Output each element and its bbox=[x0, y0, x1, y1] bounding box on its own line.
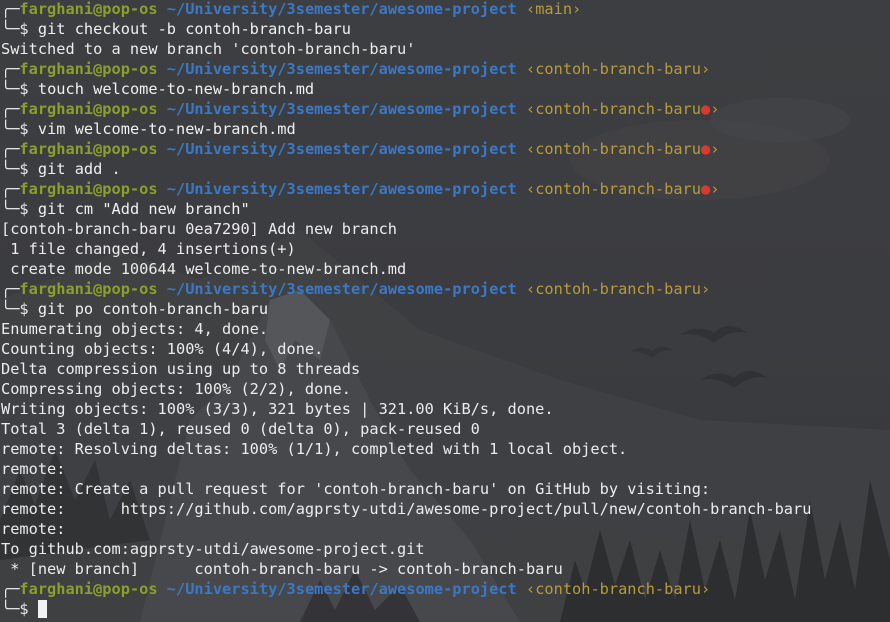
prompt-corner-top: ╭─ bbox=[1, 180, 20, 198]
output-text: 1 file changed, 4 insertions(+) bbox=[1, 240, 296, 258]
prompt-line: ╭─farghani@pop-os ~/University/3semester… bbox=[1, 279, 890, 299]
prompt-corner-bottom: ╰─$ bbox=[1, 600, 29, 618]
prompt-corner-bottom: ╰─$ bbox=[1, 300, 29, 318]
output-text: remote: bbox=[1, 460, 66, 478]
output-line: remote: bbox=[1, 459, 890, 479]
prompt-cwd: ~/University/3semester/awesome-project bbox=[166, 140, 517, 158]
output-line: remote: https://github.com/agprsty-utdi/… bbox=[1, 499, 890, 519]
prompt-cwd: ~/University/3semester/awesome-project bbox=[166, 280, 517, 298]
output-line: remote: Resolving deltas: 100% (1/1), co… bbox=[1, 439, 890, 459]
output-line: remote: Create a pull request for 'conto… bbox=[1, 479, 890, 499]
output-line: Enumerating objects: 4, done. bbox=[1, 319, 890, 339]
output-text: remote: Create a pull request for 'conto… bbox=[1, 480, 711, 498]
text-cursor[interactable] bbox=[37, 600, 47, 618]
prompt-corner-top: ╭─ bbox=[1, 100, 20, 118]
prompt-branch-close: › bbox=[710, 100, 720, 118]
prompt-corner-top: ╭─ bbox=[1, 60, 20, 78]
output-line: * [new branch] contoh-branch-baru -> con… bbox=[1, 559, 890, 579]
command-text: git add . bbox=[37, 160, 121, 178]
output-text: [contoh-branch-baru 0ea7290] Add new bra… bbox=[1, 220, 398, 238]
output-line: To github.com:agprsty-utdi/awesome-proje… bbox=[1, 539, 890, 559]
prompt-cwd: ~/University/3semester/awesome-project bbox=[166, 580, 517, 598]
prompt-branch-close: › bbox=[710, 180, 720, 198]
prompt-line: ╭─farghani@pop-os ~/University/3semester… bbox=[1, 179, 890, 199]
prompt-corner-top: ╭─ bbox=[1, 580, 20, 598]
output-text: Total 3 (delta 1), reused 0 (delta 0), p… bbox=[1, 420, 480, 438]
command-line: ╰─$ vim welcome-to-new-branch.md bbox=[1, 119, 890, 139]
prompt-corner-bottom: ╰─$ bbox=[1, 200, 29, 218]
command-text: git po contoh-branch-baru bbox=[37, 300, 269, 318]
prompt-git-branch: ‹contoh-branch-baru› bbox=[525, 580, 711, 598]
output-line: create mode 100644 welcome-to-new-branch… bbox=[1, 259, 890, 279]
output-line: 1 file changed, 4 insertions(+) bbox=[1, 239, 890, 259]
prompt-corner-top: ╭─ bbox=[1, 140, 20, 158]
output-text: Writing objects: 100% (3/3), 321 bytes |… bbox=[1, 400, 554, 418]
prompt-user-host: farghani@pop-os bbox=[19, 140, 158, 158]
prompt-corner-bottom: ╰─$ bbox=[1, 120, 29, 138]
output-line: Compressing objects: 100% (2/2), done. bbox=[1, 379, 890, 399]
prompt-user-host: farghani@pop-os bbox=[19, 0, 158, 18]
prompt-user-host: farghani@pop-os bbox=[19, 580, 158, 598]
prompt-user-host: farghani@pop-os bbox=[19, 280, 158, 298]
prompt-git-branch: ‹contoh-branch-baru bbox=[525, 180, 701, 198]
prompt-line: ╭─farghani@pop-os ~/University/3semester… bbox=[1, 579, 890, 599]
command-text: vim welcome-to-new-branch.md bbox=[37, 120, 296, 138]
output-text: * [new branch] contoh-branch-baru -> con… bbox=[1, 560, 563, 578]
prompt-git-branch: ‹contoh-branch-baru› bbox=[525, 280, 711, 298]
prompt-corner-bottom: ╰─$ bbox=[1, 160, 29, 178]
output-line: Total 3 (delta 1), reused 0 (delta 0), p… bbox=[1, 419, 890, 439]
output-line: remote: bbox=[1, 519, 890, 539]
git-dirty-indicator-icon: ● bbox=[700, 180, 711, 198]
command-line: ╰─$ touch welcome-to-new-branch.md bbox=[1, 79, 890, 99]
output-text: To github.com:agprsty-utdi/awesome-proje… bbox=[1, 540, 425, 558]
prompt-git-branch: ‹contoh-branch-baru bbox=[525, 140, 701, 158]
output-text: remote: https://github.com/agprsty-utdi/… bbox=[1, 500, 812, 518]
output-text: create mode 100644 welcome-to-new-branch… bbox=[1, 260, 407, 278]
prompt-git-branch: ‹main› bbox=[525, 0, 582, 18]
command-text: git checkout -b contoh-branch-baru bbox=[37, 20, 351, 38]
prompt-corner-top: ╭─ bbox=[1, 280, 20, 298]
prompt-user-host: farghani@pop-os bbox=[19, 60, 158, 78]
prompt-user-host: farghani@pop-os bbox=[19, 100, 158, 118]
prompt-branch-close: › bbox=[710, 140, 720, 158]
prompt-git-branch: ‹contoh-branch-baru› bbox=[525, 60, 711, 78]
output-text: Delta compression using up to 8 threads bbox=[1, 360, 361, 378]
command-line: ╰─$ git po contoh-branch-baru bbox=[1, 299, 890, 319]
command-input-line[interactable]: ╰─$ bbox=[1, 599, 890, 619]
output-line: Writing objects: 100% (3/3), 321 bytes |… bbox=[1, 399, 890, 419]
output-text: remote: bbox=[1, 520, 66, 538]
prompt-line: ╭─farghani@pop-os ~/University/3semester… bbox=[1, 139, 890, 159]
command-text: git cm "Add new branch" bbox=[37, 200, 250, 218]
prompt-line: ╭─farghani@pop-os ~/University/3semester… bbox=[1, 99, 890, 119]
prompt-cwd: ~/University/3semester/awesome-project bbox=[166, 0, 517, 18]
git-dirty-indicator-icon: ● bbox=[700, 140, 711, 158]
prompt-cwd: ~/University/3semester/awesome-project bbox=[166, 60, 517, 78]
terminal-output[interactable]: ╭─farghani@pop-os ~/University/3semester… bbox=[0, 0, 890, 622]
prompt-cwd: ~/University/3semester/awesome-project bbox=[166, 100, 517, 118]
command-text: touch welcome-to-new-branch.md bbox=[37, 80, 315, 98]
prompt-corner-bottom: ╰─$ bbox=[1, 80, 29, 98]
prompt-line: ╭─farghani@pop-os ~/University/3semester… bbox=[1, 0, 890, 19]
git-dirty-indicator-icon: ● bbox=[700, 100, 711, 118]
output-text: Compressing objects: 100% (2/2), done. bbox=[1, 380, 351, 398]
prompt-git-branch: ‹contoh-branch-baru bbox=[525, 100, 701, 118]
prompt-corner-top: ╭─ bbox=[1, 0, 20, 18]
output-text: Enumerating objects: 4, done. bbox=[1, 320, 269, 338]
command-line: ╰─$ git add . bbox=[1, 159, 890, 179]
prompt-corner-bottom: ╰─$ bbox=[1, 20, 29, 38]
output-line: [contoh-branch-baru 0ea7290] Add new bra… bbox=[1, 219, 890, 239]
output-line: Delta compression using up to 8 threads bbox=[1, 359, 890, 379]
output-line: Counting objects: 100% (4/4), done. bbox=[1, 339, 890, 359]
output-text: remote: Resolving deltas: 100% (1/1), co… bbox=[1, 440, 628, 458]
command-line: ╰─$ git checkout -b contoh-branch-baru bbox=[1, 19, 890, 39]
output-line: Switched to a new branch 'contoh-branch-… bbox=[1, 39, 890, 59]
command-line: ╰─$ git cm "Add new branch" bbox=[1, 199, 890, 219]
output-text: Counting objects: 100% (4/4), done. bbox=[1, 340, 324, 358]
output-text: Switched to a new branch 'contoh-branch-… bbox=[1, 40, 416, 58]
prompt-user-host: farghani@pop-os bbox=[19, 180, 158, 198]
prompt-line: ╭─farghani@pop-os ~/University/3semester… bbox=[1, 59, 890, 79]
prompt-cwd: ~/University/3semester/awesome-project bbox=[166, 180, 517, 198]
